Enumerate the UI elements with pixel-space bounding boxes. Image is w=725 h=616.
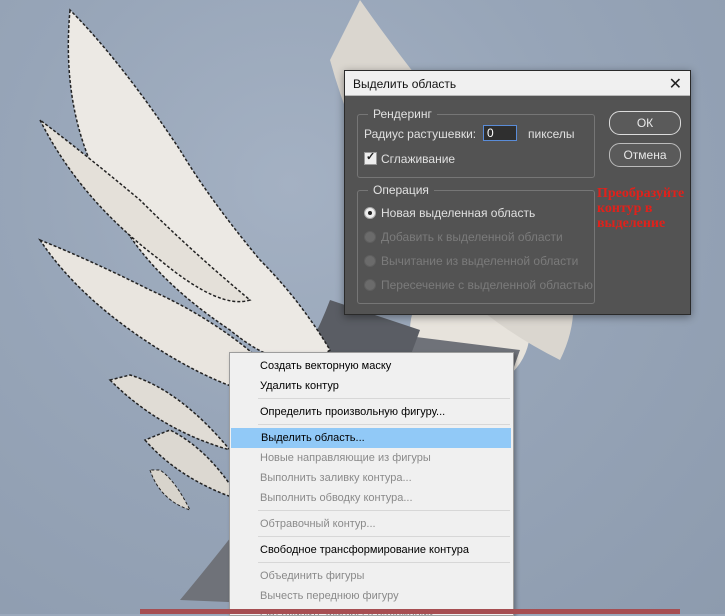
menu-separator <box>258 398 510 399</box>
feather-radius-input[interactable] <box>483 125 517 141</box>
menu-item-combine-shapes: Объединить фигуры <box>260 570 365 582</box>
option-intersect-selection-label: Пересечение с выделенной областью <box>381 278 593 292</box>
option-new-selection-label[interactable]: Новая выделенная область <box>381 206 535 220</box>
option-subtract-selection-label: Вычитание из выделенной области <box>381 254 579 268</box>
menu-item-create-vector-mask[interactable]: Создать векторную маску <box>230 356 513 376</box>
close-icon[interactable]: ✕ <box>669 74 682 94</box>
menu-separator <box>258 424 510 425</box>
bottom-strip <box>140 609 680 614</box>
menu-item-make-selection[interactable]: Выделить область... <box>231 428 511 448</box>
radio-subtract-selection <box>364 255 376 267</box>
feather-radius-unit: пикселы <box>528 127 575 141</box>
radio-new-selection[interactable] <box>364 207 376 219</box>
antialias-label[interactable]: Сглаживание <box>381 152 455 166</box>
dialog-title: Выделить область <box>353 77 457 91</box>
antialias-checkbox[interactable] <box>364 150 377 165</box>
rendering-legend: Рендеринг <box>368 107 437 121</box>
radio-add-selection <box>364 231 376 243</box>
cancel-button[interactable]: Отмена <box>609 143 681 167</box>
menu-item-clipping-path: Обтравочный контур... <box>260 518 376 530</box>
menu-item-fill-path: Выполнить заливку контура... <box>260 472 412 484</box>
dialog-titlebar[interactable]: Выделить область ✕ <box>345 71 690 96</box>
rendering-group: Рендеринг <box>357 107 595 178</box>
menu-item-subtract-front-shape: Вычесть переднюю фигуру <box>260 590 399 602</box>
operation-legend: Операция <box>368 183 434 197</box>
menu-item-free-transform-path[interactable]: Свободное трансформирование контура <box>230 540 513 560</box>
context-menu: Создать векторную маску Удалить контур О… <box>229 352 514 616</box>
annotation-text: Преобразуйте контур в выделение <box>597 186 685 231</box>
menu-separator <box>258 562 510 563</box>
menu-item-new-guides-from-shape: Новые направляющие из фигуры <box>260 452 431 464</box>
ok-button[interactable]: ОК <box>609 111 681 135</box>
menu-item-delete-path[interactable]: Удалить контур <box>230 376 513 396</box>
menu-separator <box>258 510 510 511</box>
option-add-selection-label: Добавить к выделенной области <box>381 230 563 244</box>
radio-intersect-selection <box>364 279 376 291</box>
menu-item-define-custom-shape[interactable]: Определить произвольную фигуру... <box>230 402 513 422</box>
feather-radius-label: Радиус растушевки: <box>364 127 477 141</box>
menu-separator <box>258 536 510 537</box>
menu-item-stroke-path: Выполнить обводку контура... <box>260 492 413 504</box>
